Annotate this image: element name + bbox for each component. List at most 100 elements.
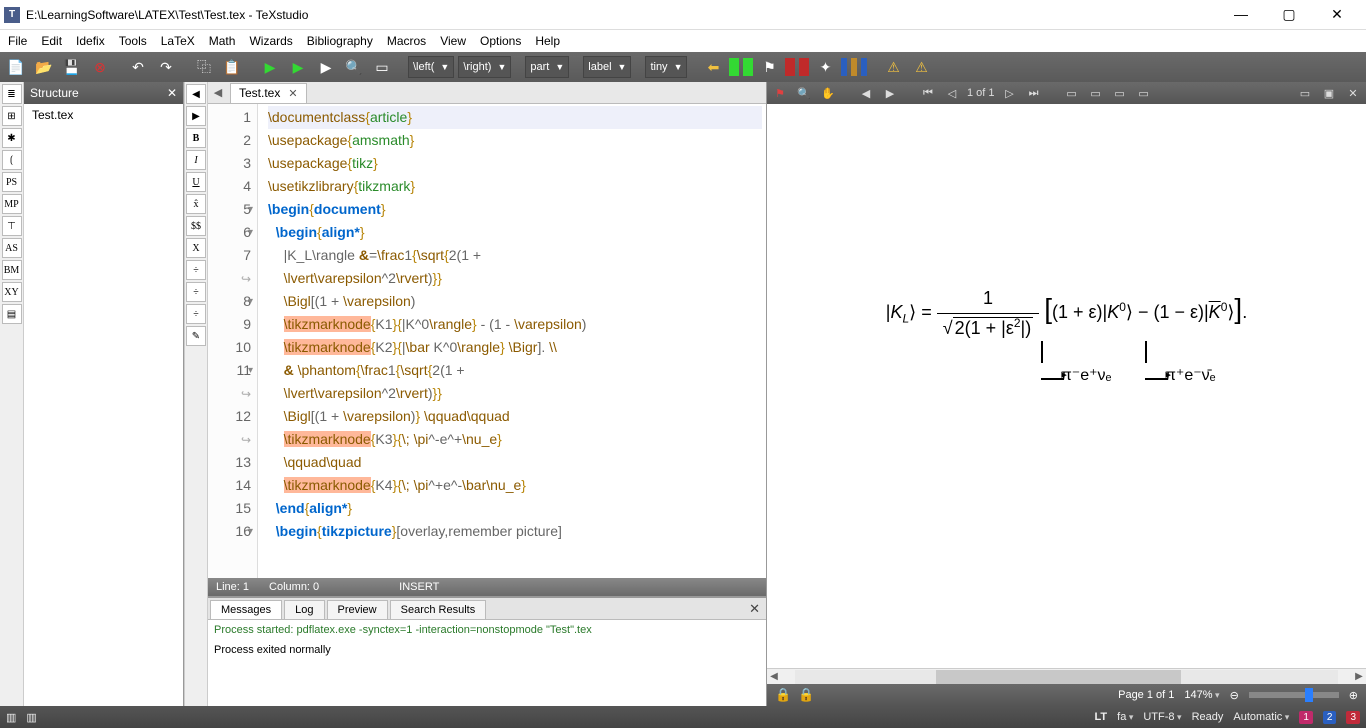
tab-prev-icon[interactable]: ◀ xyxy=(208,86,228,99)
menu-options[interactable]: Options xyxy=(480,34,521,48)
bold-icon[interactable]: B xyxy=(186,128,206,148)
strip-a-2[interactable]: ✱ xyxy=(2,128,22,148)
strip-a-4[interactable]: PS xyxy=(2,172,22,192)
left-delim-combo[interactable]: \left(▼ xyxy=(408,56,454,78)
menu-math[interactable]: Math xyxy=(209,34,236,48)
maximize-button[interactable]: ▢ xyxy=(1274,6,1304,23)
compile-icon[interactable]: ▶ xyxy=(286,55,310,79)
build-icon[interactable]: ▶ xyxy=(258,55,282,79)
menu-view[interactable]: View xyxy=(440,34,466,48)
pv-page3-icon[interactable]: ▭ xyxy=(1111,87,1129,100)
save-icon[interactable]: 💾 xyxy=(60,55,84,79)
wand-icon[interactable]: ✦ xyxy=(813,55,837,79)
right-delim-combo[interactable]: \right)▼ xyxy=(458,56,511,78)
preview-canvas[interactable]: |KL⟩ = 1 √2(1 + |ε2|) [(1 + ε)|K0⟩ − (1 … xyxy=(767,104,1366,668)
msgtab-preview[interactable]: Preview xyxy=(327,600,388,619)
preview-hscroll[interactable]: ◀▶ xyxy=(767,668,1366,684)
pv-first-icon[interactable]: ⏮ xyxy=(919,87,937,100)
edit-icon[interactable]: ✎ xyxy=(186,326,206,346)
structure-close-icon[interactable]: ✕ xyxy=(167,86,177,100)
tab-file[interactable]: Test.tex ✕ xyxy=(230,83,307,103)
strip-a-10[interactable]: ▤ xyxy=(2,304,22,324)
menu-file[interactable]: File xyxy=(8,34,27,48)
lock-icon[interactable]: 🔒 🔒 xyxy=(775,687,815,703)
strip-a-8[interactable]: BM xyxy=(2,260,22,280)
strip-a-7[interactable]: AS xyxy=(2,238,22,258)
pv-win1-icon[interactable]: ▭ xyxy=(1296,87,1314,100)
strip-a-1[interactable]: ⊞ xyxy=(2,106,22,126)
menu-bibliography[interactable]: Bibliography xyxy=(307,34,373,48)
undo-icon[interactable]: ↶ xyxy=(126,55,150,79)
copy-icon[interactable]: ⿻ xyxy=(192,55,216,79)
messages-close-icon[interactable]: ✕ xyxy=(749,601,760,617)
displaymath-icon[interactable]: $$ xyxy=(186,216,206,236)
badge-3[interactable]: 3 xyxy=(1346,711,1360,724)
warn2-icon[interactable]: ⚠ xyxy=(909,55,933,79)
pv-flag-icon[interactable]: ⚑ xyxy=(771,87,789,100)
sb-lang[interactable]: fa xyxy=(1117,711,1133,723)
label-combo[interactable]: label▼ xyxy=(583,56,631,78)
part-combo[interactable]: part▼ xyxy=(525,56,569,78)
menu-latex[interactable]: LaTeX xyxy=(161,34,195,48)
pv-last-icon[interactable]: ⏭ xyxy=(1025,87,1043,100)
color-blue2-icon[interactable] xyxy=(861,58,867,76)
flag-icon[interactable]: ⚑ xyxy=(757,55,781,79)
structure-item[interactable]: Test.tex xyxy=(32,108,175,122)
sb-lt[interactable]: LT xyxy=(1095,711,1108,723)
pv-win2-icon[interactable]: ▣ xyxy=(1320,87,1338,100)
pv-search-icon[interactable]: 🔍 xyxy=(795,87,813,100)
menu-macros[interactable]: Macros xyxy=(387,34,426,48)
menu-wizards[interactable]: Wizards xyxy=(249,34,292,48)
sb-auto[interactable]: Automatic xyxy=(1233,711,1289,723)
color-red2-icon[interactable] xyxy=(799,58,809,76)
frac-icon[interactable]: ÷ xyxy=(186,260,206,280)
color-green-icon[interactable] xyxy=(729,58,739,76)
sub-icon[interactable]: X xyxy=(186,238,206,258)
sb-icon1[interactable]: ▥ xyxy=(6,711,16,724)
frac2-icon[interactable]: ÷ xyxy=(186,282,206,302)
strip-a-6[interactable]: ⊤ xyxy=(2,216,22,236)
pv-page4-icon[interactable]: ▭ xyxy=(1135,87,1153,100)
color-blue-icon[interactable] xyxy=(841,58,847,76)
badge-2[interactable]: 2 xyxy=(1323,711,1337,724)
pv-page1-icon[interactable]: ▭ xyxy=(1063,87,1081,100)
zoom-out-icon[interactable]: ⊖ xyxy=(1230,689,1239,702)
strip-a-3[interactable]: ⟮ xyxy=(2,150,22,170)
close-button[interactable]: ✕ xyxy=(1322,6,1352,23)
nav-fwd-icon[interactable]: ▶ xyxy=(186,106,206,126)
frac3-icon[interactable]: ÷ xyxy=(186,304,206,324)
strip-a-9[interactable]: XY xyxy=(2,282,22,302)
pv-prev-icon[interactable]: ◀ xyxy=(857,87,875,100)
color-red-icon[interactable] xyxy=(785,58,795,76)
pv-back-icon[interactable]: ◁ xyxy=(943,87,961,100)
tab-close-icon[interactable]: ✕ xyxy=(288,87,297,100)
code-body[interactable]: \documentclass{article} \usepackage{amsm… xyxy=(258,104,766,578)
msgtab-log[interactable]: Log xyxy=(284,600,324,619)
pv-close-icon[interactable]: ✕ xyxy=(1344,87,1362,100)
strip-a-5[interactable]: MP xyxy=(2,194,22,214)
pv-next-icon[interactable]: ▶ xyxy=(881,87,899,100)
menu-idefix[interactable]: Idefix xyxy=(76,34,105,48)
menu-edit[interactable]: Edit xyxy=(41,34,62,48)
italic-icon[interactable]: I xyxy=(186,150,206,170)
pv-page2-icon[interactable]: ▭ xyxy=(1087,87,1105,100)
msgtab-search[interactable]: Search Results xyxy=(390,600,487,619)
nav-back-icon[interactable]: ◀ xyxy=(186,84,206,104)
menu-help[interactable]: Help xyxy=(535,34,560,48)
zoom-slider[interactable] xyxy=(1249,692,1339,698)
new-icon[interactable]: 📄 xyxy=(4,55,28,79)
warn-icon[interactable]: ⚠ xyxy=(881,55,905,79)
zoom-in-icon[interactable]: ⊕ xyxy=(1349,689,1358,702)
menu-tools[interactable]: Tools xyxy=(119,34,147,48)
color-green2-icon[interactable] xyxy=(743,58,753,76)
sb-icon2[interactable]: ▥ xyxy=(26,711,36,724)
log-icon[interactable]: ▭ xyxy=(370,55,394,79)
underline-icon[interactable]: U xyxy=(186,172,206,192)
color-orange-icon[interactable] xyxy=(851,58,857,76)
sb-enc[interactable]: UTF-8 xyxy=(1143,711,1181,723)
strip-a-0[interactable]: ≣ xyxy=(2,84,22,104)
pv-fwd-icon[interactable]: ▷ xyxy=(1001,87,1019,100)
pv-zoom-label[interactable]: 147% xyxy=(1184,689,1219,701)
msgtab-messages[interactable]: Messages xyxy=(210,600,282,619)
open-icon[interactable]: 📂 xyxy=(32,55,56,79)
